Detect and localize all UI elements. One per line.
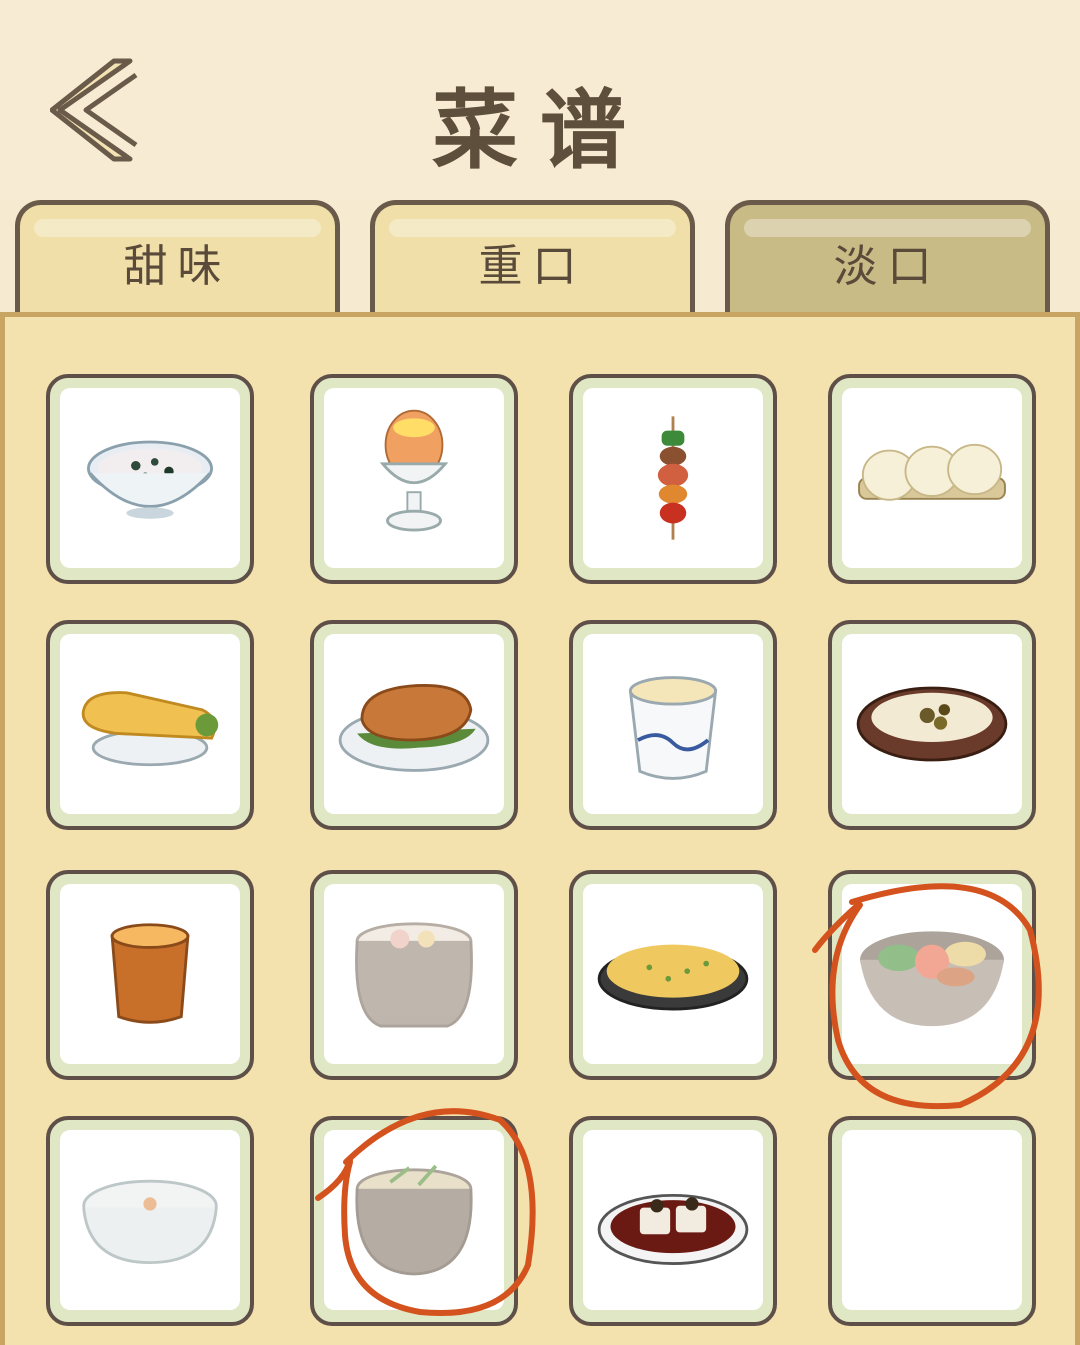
- recipe-slot-chicken-soup[interactable]: [310, 870, 518, 1080]
- tab-label: 甜味: [123, 240, 232, 292]
- egg-crepe-roll-icon: [81, 691, 219, 767]
- mushroom-soup-bowl-icon: [856, 686, 1008, 762]
- fried-rice-plate-icon: [597, 944, 749, 1011]
- recipe-slot-soy-milk[interactable]: [569, 620, 777, 830]
- tab-label: 重口: [478, 240, 587, 292]
- recipe-slot-mapo-tofu[interactable]: [569, 1116, 777, 1326]
- steamed-buns-plate-icon: [858, 443, 1006, 501]
- tab-sweet[interactable]: 甜味: [15, 200, 340, 318]
- tab-highlight: [34, 219, 321, 237]
- recipe-slot-roast-duck[interactable]: [310, 620, 518, 830]
- recipe-slot-porridge[interactable]: [46, 374, 254, 584]
- bibimbap-bowl-icon: [860, 931, 1004, 1027]
- porridge-bowl-icon: [87, 440, 213, 519]
- recipe-slot-mushroom-soup[interactable]: [828, 620, 1036, 830]
- recipe-slot-boiled-egg[interactable]: [310, 374, 518, 584]
- tab-label: 淡口: [833, 240, 942, 292]
- recipe-slot-bibimbap[interactable]: [828, 870, 1036, 1080]
- tab-light-flavor[interactable]: 淡口: [725, 200, 1050, 318]
- hot-pot-stew-icon: [355, 1164, 473, 1276]
- vegetable-skewer-icon: [657, 416, 689, 540]
- recipe-slot-casserole[interactable]: [46, 1116, 254, 1326]
- empty-slot: [842, 1130, 1022, 1310]
- recipe-slot-hot-pot[interactable]: [310, 1116, 518, 1326]
- recipe-slot-skewer[interactable]: [569, 374, 777, 584]
- roast-duck-plate-icon: [338, 684, 490, 772]
- tab-highlight: [744, 219, 1031, 237]
- recipe-slot-milk-tea[interactable]: [46, 870, 254, 1080]
- recipe-slot-steamed-buns[interactable]: [828, 374, 1036, 584]
- page-title: 菜谱: [432, 81, 648, 181]
- milk-tea-cup-icon: [110, 923, 190, 1024]
- vegetable-casserole-icon: [82, 1179, 218, 1265]
- boiled-egg-cup-icon: [379, 409, 449, 532]
- tab-heavy-flavor[interactable]: 重口: [370, 200, 695, 318]
- mapo-tofu-plate-icon: [597, 1193, 749, 1265]
- tab-highlight: [389, 219, 676, 237]
- recipe-slot-fried-rice[interactable]: [569, 870, 777, 1080]
- recipe-slot-egg-crepe[interactable]: [46, 620, 254, 830]
- soy-milk-cup-icon: [628, 676, 718, 780]
- chicken-soup-pot-icon: [355, 922, 473, 1028]
- recipe-slot-empty[interactable]: [828, 1116, 1036, 1326]
